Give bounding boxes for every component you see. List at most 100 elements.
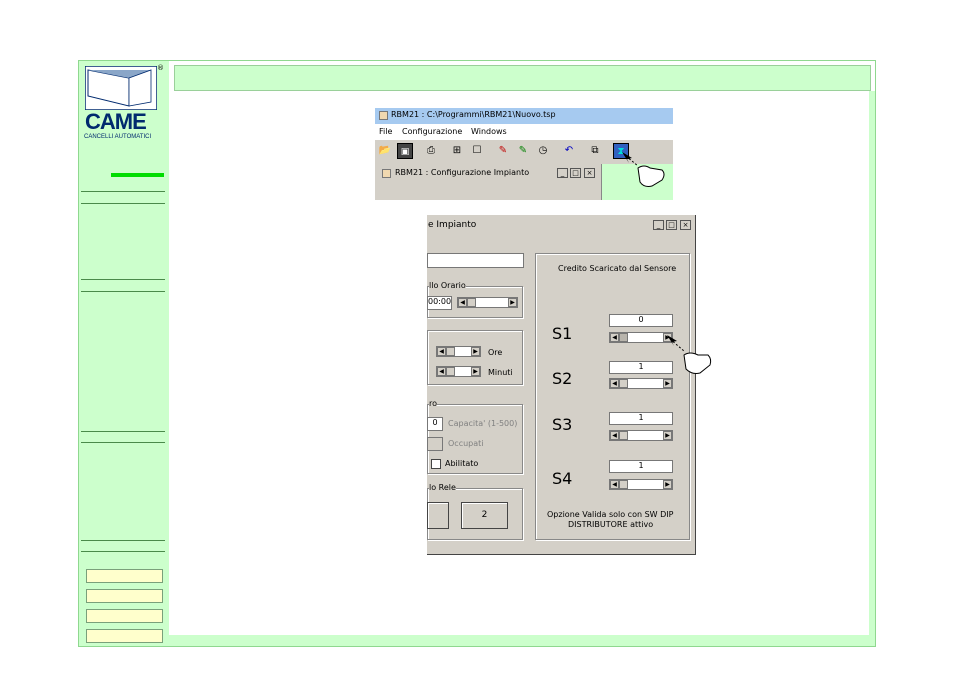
sidebar-divider — [81, 431, 165, 432]
sensor-note-line2: DISTRIBUTORE attivo — [568, 520, 654, 529]
sidebar — [79, 61, 169, 646]
dialog-title: e Impianto — [428, 220, 477, 230]
sensor-label-s2: S2 — [552, 369, 573, 388]
scroll-left-icon[interactable]: ◀ — [610, 379, 619, 388]
scroll-right-icon[interactable]: ▶ — [471, 367, 480, 376]
active-indicator — [111, 173, 164, 177]
menu-file[interactable]: File — [379, 127, 392, 136]
bottom-border-band — [169, 635, 875, 646]
hand-pointer-icon — [622, 152, 665, 187]
scroll-thumb[interactable] — [619, 431, 628, 440]
maximize-button[interactable]: □ — [570, 168, 581, 178]
scroll-thumb[interactable] — [619, 480, 628, 489]
rele-group-label: lo Rele — [429, 483, 456, 492]
occupati-field — [427, 437, 443, 451]
sidebar-nav-button-3[interactable] — [86, 609, 163, 623]
sensor-group-title: Credito Scaricato dal Sensore — [558, 264, 677, 273]
capacita-label: Capacita' (1-500) — [448, 419, 518, 428]
sidebar-divider — [81, 442, 165, 443]
sensor-scrollbar-s3[interactable]: ◀ ▶ — [609, 430, 673, 441]
scroll-right-icon[interactable]: ▶ — [663, 480, 672, 489]
undo-icon[interactable]: ↶ — [561, 143, 577, 159]
scroll-right-icon[interactable]: ▶ — [508, 298, 517, 307]
sidebar-nav-button-2[interactable] — [86, 589, 163, 603]
dialog-maximize-button[interactable]: □ — [666, 220, 677, 230]
sensor-scrollbar-s2[interactable]: ◀ ▶ — [609, 378, 673, 389]
sensor-value-s1[interactable]: 0 — [609, 314, 673, 327]
dialog-minimize-button[interactable]: _ — [653, 220, 664, 230]
came-logo: ® CAME CANCELLI AUTOMATICI — [83, 64, 164, 144]
logo-subtitle: CANCELLI AUTOMATICI — [84, 134, 152, 140]
pin-green-icon[interactable]: ✎ — [515, 143, 531, 159]
abilitato-checkbox[interactable] — [431, 459, 441, 469]
menu-windows[interactable]: Windows — [471, 127, 507, 136]
scroll-left-icon[interactable]: ◀ — [458, 298, 467, 307]
sidebar-nav-button-4[interactable] — [86, 629, 163, 643]
sidebar-divider — [81, 191, 165, 192]
logo-flag-icon — [85, 66, 157, 110]
scroll-thumb[interactable] — [467, 298, 476, 307]
app-title: RBM21 : C:\Programmi\RBM21\Nuovo.tsp — [391, 110, 556, 119]
header-bar — [174, 65, 871, 91]
child-window-icon — [382, 169, 391, 178]
sensor-value-s4[interactable]: 1 — [609, 460, 673, 473]
scroll-thumb[interactable] — [446, 367, 455, 376]
scroll-left-icon[interactable]: ◀ — [610, 333, 619, 342]
logo-text: CAME — [85, 109, 147, 134]
hand-pointer-icon — [667, 335, 712, 374]
save-icon[interactable]: ▣ — [397, 143, 413, 159]
dialog-close-button[interactable]: × — [680, 220, 691, 230]
sidebar-nav-button-1[interactable] — [86, 569, 163, 583]
scroll-thumb[interactable] — [446, 347, 455, 356]
copy-icon[interactable]: ⧉ — [587, 143, 603, 159]
sidebar-divider — [81, 551, 165, 552]
sidebar-divider — [81, 540, 165, 541]
registered-mark: ® — [157, 64, 164, 72]
scroll-thumb[interactable] — [619, 333, 628, 342]
scroll-right-icon[interactable]: ▶ — [471, 347, 480, 356]
sensor-group — [535, 253, 690, 540]
child-window-title: RBM21 : Configurazione Impianto — [395, 168, 530, 177]
sidebar-divider — [81, 291, 165, 292]
scroll-right-icon[interactable]: ▶ — [663, 431, 672, 440]
scroll-left-icon[interactable]: ◀ — [610, 431, 619, 440]
orario-field[interactable]: 00:00 — [427, 296, 452, 310]
pin-red-icon[interactable]: ✎ — [495, 143, 511, 159]
abilitato-label: Abilitato — [445, 459, 479, 468]
scroll-left-icon[interactable]: ◀ — [437, 367, 446, 376]
ore-label: Ore — [488, 348, 503, 357]
occupati-label: Occupati — [448, 439, 484, 448]
scroll-left-icon[interactable]: ◀ — [437, 347, 446, 356]
ore-scrollbar[interactable]: ◀ ▶ — [436, 346, 481, 357]
sidebar-divider — [81, 279, 165, 280]
rele-2-button[interactable]: 2 — [461, 502, 508, 529]
sensor-label-s4: S4 — [552, 469, 573, 488]
sidebar-divider — [81, 203, 165, 204]
minuti-scrollbar[interactable]: ◀ ▶ — [436, 366, 481, 377]
capacity-group-label: ro — [429, 399, 438, 408]
capacita-field[interactable]: 0 — [427, 417, 443, 431]
rele-1-button[interactable] — [427, 502, 449, 529]
print-icon[interactable]: ⎙ — [423, 143, 439, 159]
properties-icon[interactable]: ☐ — [469, 143, 485, 159]
right-border-band — [869, 91, 875, 646]
name-field[interactable] — [427, 253, 524, 268]
minimize-button[interactable]: _ — [557, 168, 568, 178]
sensor-note-line1: Opzione Valida solo con SW DIP — [547, 510, 674, 519]
sensor-label-s1: S1 — [552, 324, 573, 343]
sensor-label-s3: S3 — [552, 415, 573, 434]
clock-icon[interactable]: ◷ — [535, 143, 551, 159]
menu-configurazione[interactable]: Configurazione — [402, 127, 462, 136]
orario-group-label: llo Orario — [429, 281, 466, 290]
network-icon[interactable]: ⊞ — [449, 143, 465, 159]
orario-scrollbar[interactable]: ◀ ▶ — [457, 297, 518, 308]
minuti-label: Minuti — [488, 368, 513, 377]
scroll-right-icon[interactable]: ▶ — [663, 379, 672, 388]
app-icon — [379, 111, 388, 120]
sensor-scrollbar-s4[interactable]: ◀ ▶ — [609, 479, 673, 490]
sensor-value-s3[interactable]: 1 — [609, 412, 673, 425]
open-icon[interactable]: 📂 — [377, 143, 393, 159]
scroll-left-icon[interactable]: ◀ — [610, 480, 619, 489]
scroll-thumb[interactable] — [619, 379, 628, 388]
close-button[interactable]: × — [584, 168, 595, 178]
